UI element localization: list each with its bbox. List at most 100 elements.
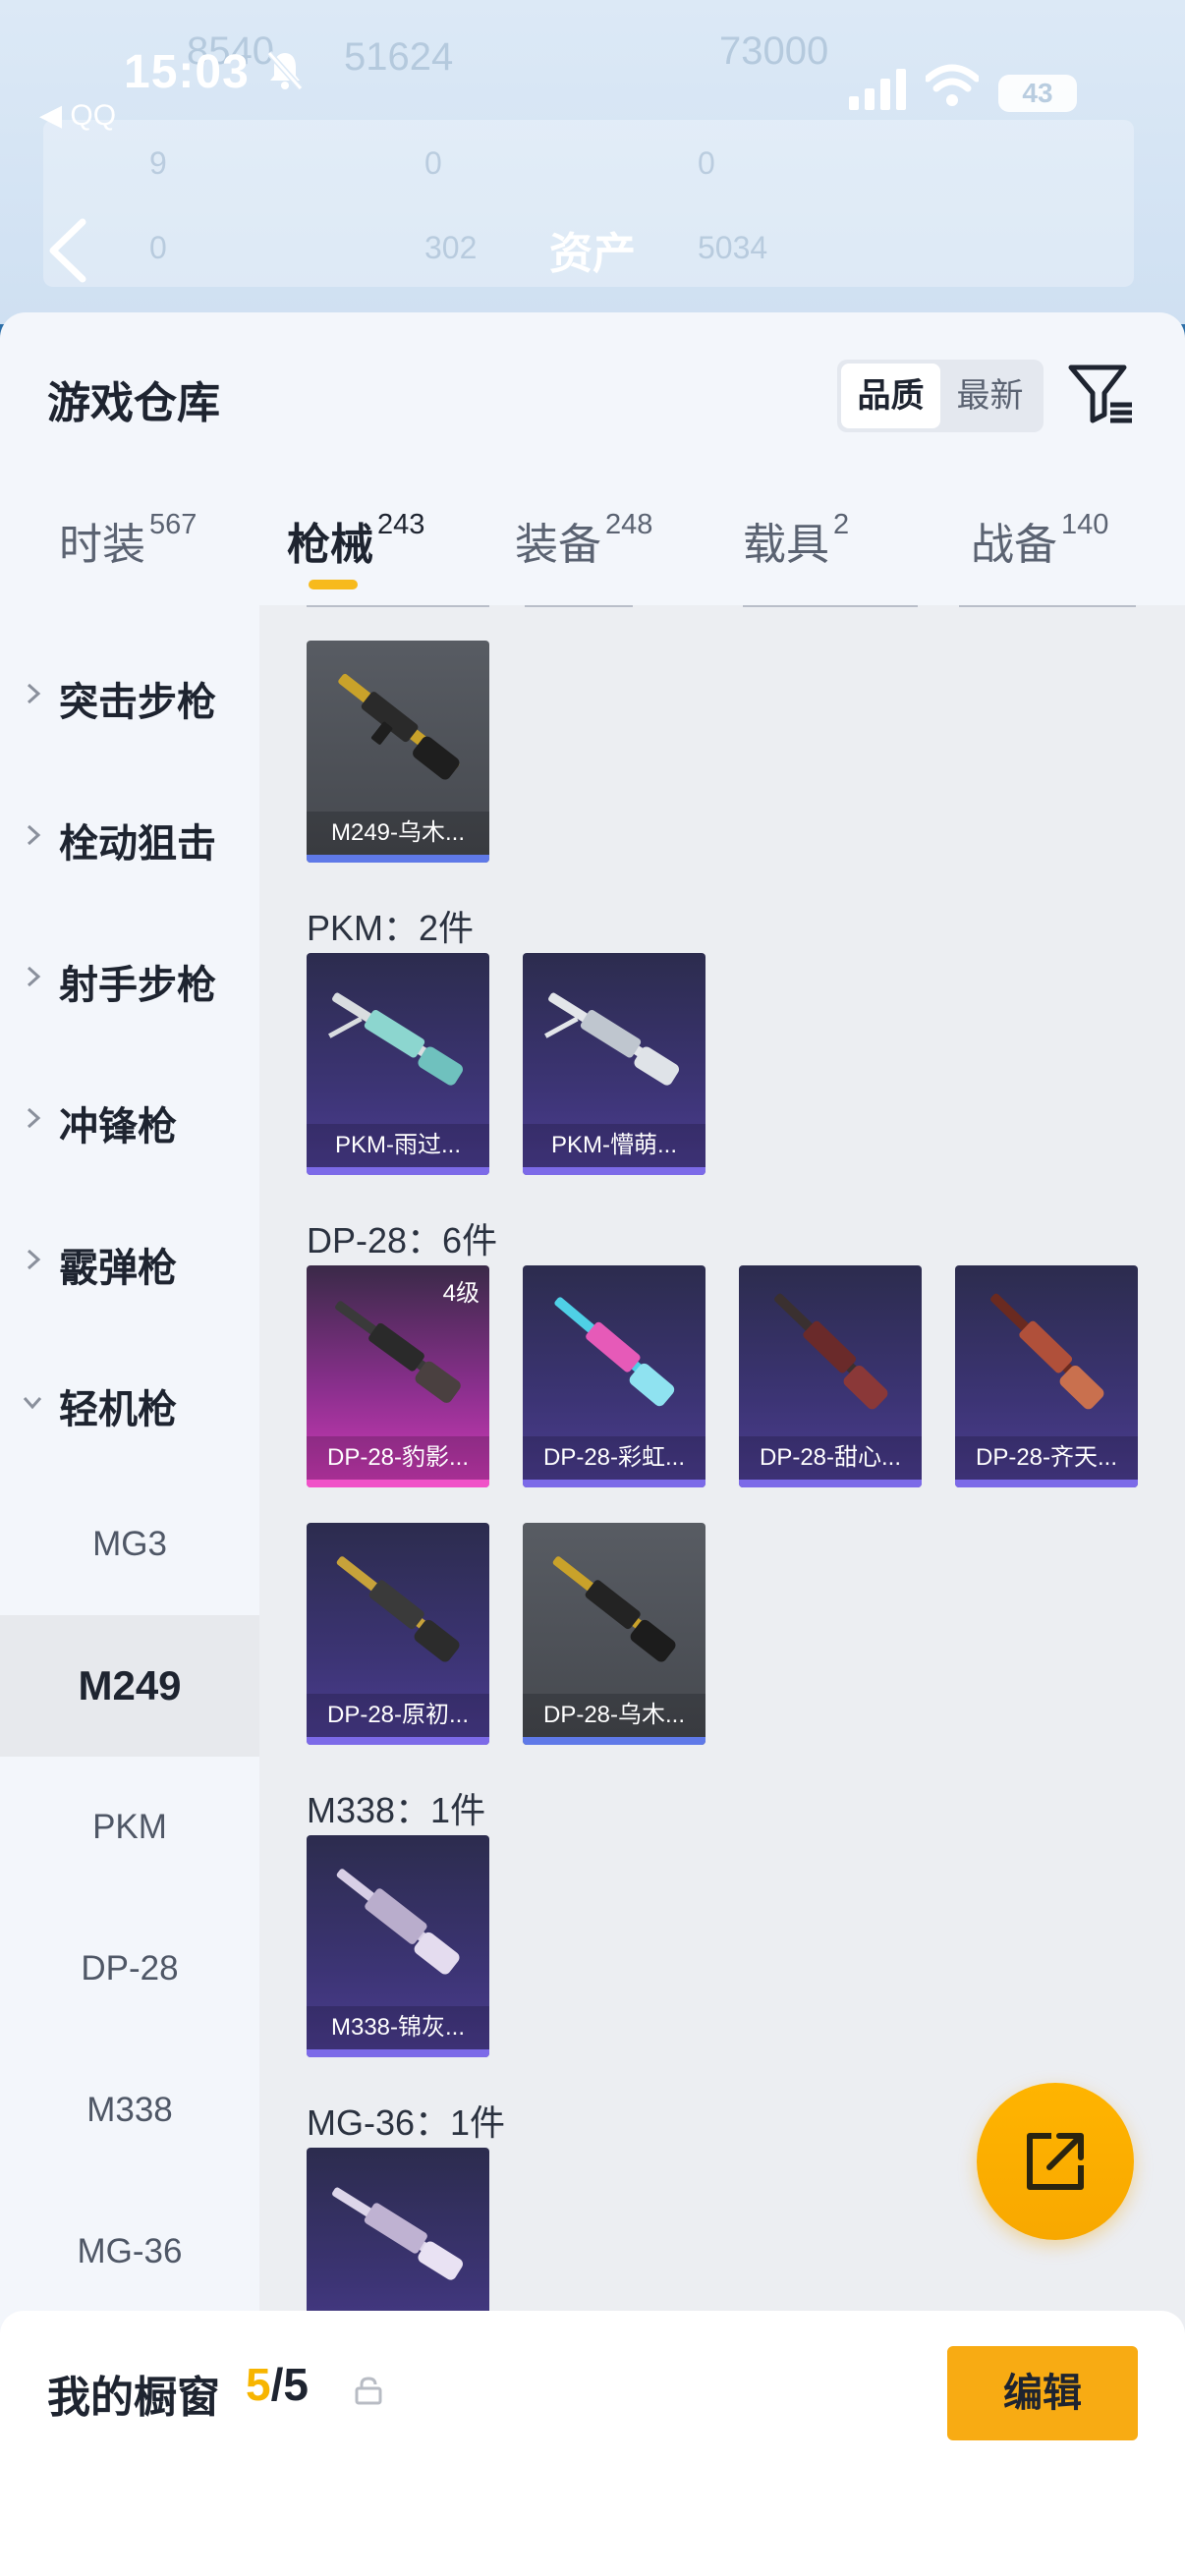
item-card[interactable]: M338-锦灰... [307,1835,489,2057]
showcase-total: /5 [270,2359,309,2410]
tab-label: 装备 [515,521,601,569]
gun-icon [774,1293,888,1410]
subcategory-m249[interactable]: M249 [0,1615,259,1757]
header-value: 73000 [719,29,829,73]
subcategory-dp28[interactable]: DP-28 [0,1898,259,2040]
tab-fashion[interactable]: 时装 567 [59,509,197,572]
gun-icon [332,2187,463,2280]
item-name: DP-28-乌木... [523,1694,705,1737]
header-value: 0 [424,145,442,181]
item-name: M338-锦灰... [307,2006,489,2049]
filter-icon[interactable] [1067,362,1136,426]
warehouse-title: 游戏仓库 [47,379,220,427]
category-smg[interactable]: 冲锋枪 [0,1065,259,1173]
item-name: PKM-懵萌... [523,1124,705,1167]
chevron-right-icon [27,1107,41,1129]
edit-showcase-button[interactable]: 编辑 [947,2346,1138,2440]
subcategory-mg36[interactable]: MG-36 [0,2181,259,2323]
lock-icon [355,2377,382,2405]
category-label: 冲锋枪 [59,1105,177,1148]
showcase-bar: 我的橱窗 5/5 编辑 [0,2311,1185,2576]
chevron-down-icon [23,1397,42,1410]
rarity-bar [307,855,489,863]
gun-icon [990,1293,1104,1410]
page-title: 资产 [549,230,636,278]
chevron-right-icon [27,966,41,987]
item-card[interactable]: DP-28-甜心... [739,1265,922,1487]
warehouse-sheet: 游戏仓库 品质 最新 时装 567 枪械 243 装备 248 载具 2 战备 140 突… [0,312,1185,2576]
sort-by-newest[interactable]: 最新 [940,364,1040,428]
category-tabs: 时装 567 枪械 243 装备 248 载具 2 战备 140 [0,509,1185,603]
group-title: MG-36：1件 [307,2102,506,2143]
item-card[interactable]: DP-28-乌木... [523,1523,705,1745]
gun-icon [554,1297,675,1407]
tab-supplies[interactable]: 战备 140 [971,509,1108,572]
battery-indicator: 43 [998,75,1077,112]
gun-icon [552,1556,676,1662]
showcase-count: 5/5 [246,2358,309,2411]
tab-label: 时装 [59,521,145,569]
category-label: 突击步枪 [59,681,216,724]
item-card[interactable]: PKM-雨过... [307,953,489,1175]
previous-row-edge [307,605,489,607]
subcategory-m338[interactable]: M338 [0,2040,259,2181]
previous-row-edge [959,605,1136,607]
category-marksman-rifle[interactable]: 射手步枪 [0,924,259,1032]
showcase-current: 5 [246,2359,271,2410]
group-title: M338：1件 [307,1790,486,1830]
category-lmg[interactable]: 轻机枪 [0,1348,259,1456]
tab-label: 枪械 [287,521,373,569]
wifi-icon [926,64,979,106]
sort-toggle: 品质 最新 [837,360,1044,432]
item-name: DP-28-豹影... [307,1436,489,1480]
rarity-bar [523,1480,705,1487]
tab-equipment[interactable]: 装备 248 [515,509,652,572]
tab-guns[interactable]: 枪械 243 [287,509,424,572]
category-label: 霰弹枪 [59,1247,177,1290]
weapon-category-sidebar: 突击步枪 栓动狙击 射手步枪 冲锋枪 霰弹枪 轻机枪 MG3 M249 PKM … [0,605,259,2576]
rarity-bar [307,1737,489,1745]
item-name: DP-28-彩虹... [523,1436,705,1480]
subcategory-pkm[interactable]: PKM [0,1757,259,1898]
chevron-right-icon [27,683,41,704]
bell-muted-icon [266,51,304,90]
item-card[interactable]: DP-28-齐天... [955,1265,1138,1487]
category-assault-rifle[interactable]: 突击步枪 [0,641,259,749]
category-bolt-sniper[interactable]: 栓动狙击 [0,782,259,890]
showcase-title: 我的橱窗 [47,2374,220,2422]
subcategory-mg3[interactable]: MG3 [0,1474,259,1615]
group-title: DP-28：6件 [307,1220,498,1260]
tab-count: 567 [149,509,198,540]
tab-count: 140 [1061,509,1109,540]
header-value: 9 [149,145,167,181]
item-card[interactable]: M249-乌木... [307,641,489,863]
chevron-right-icon [27,824,41,846]
item-card[interactable]: DP-28-彩虹... [523,1265,705,1487]
status-time: 15:03 [124,46,250,98]
asset-header: 8540 51624 73000 9 0 0 0 302 5034 15:03 … [0,0,1185,324]
group-title: PKM：2件 [307,908,475,948]
category-shotgun[interactable]: 霰弹枪 [0,1206,259,1315]
category-label: 栓动狙击 [59,822,216,866]
tab-vehicles[interactable]: 载具 2 [743,509,849,572]
item-card[interactable]: 4级 DP-28-豹影... [307,1265,489,1487]
sort-by-quality[interactable]: 品质 [841,364,940,428]
active-tab-indicator [309,580,358,589]
back-to-app-link[interactable]: ◀ QQ [39,98,116,133]
rarity-bar [307,2049,489,2057]
item-level-badge: 4级 [442,1280,480,1307]
tab-label: 载具 [743,521,829,569]
category-label: 射手步枪 [59,964,216,1007]
share-button[interactable] [977,2083,1134,2240]
gun-icon [544,992,679,1086]
rarity-bar [739,1480,922,1487]
rarity-bar [523,1737,705,1745]
rarity-bar [523,1167,705,1175]
share-icon [1027,2133,1084,2190]
tab-count: 248 [605,509,653,540]
tab-count: 2 [833,509,850,540]
rarity-bar [307,1167,489,1175]
item-name: DP-28-齐天... [955,1436,1138,1480]
item-card[interactable]: PKM-懵萌... [523,953,705,1175]
item-card[interactable]: DP-28-原初... [307,1523,489,1745]
